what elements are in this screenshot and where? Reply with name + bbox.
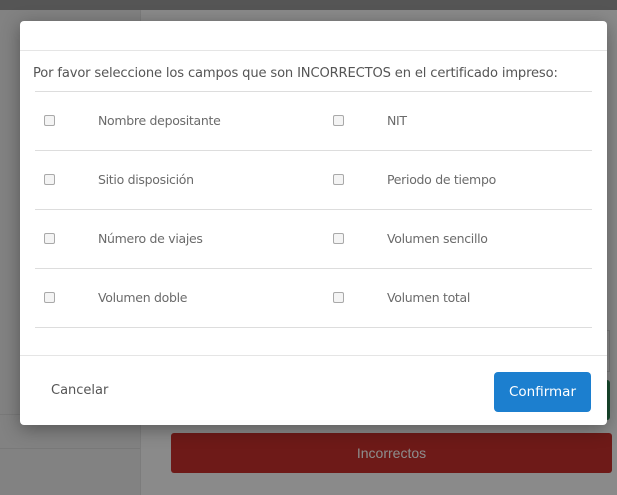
volumen-sencillo-checkbox[interactable] [333, 233, 344, 244]
incorrect-fields-modal: Por favor seleccione los campos que son … [20, 21, 607, 425]
instruction-text: Por favor seleccione los campos que son … [33, 66, 558, 81]
confirm-button[interactable]: Confirmar [494, 372, 591, 412]
field-table: Nombre depositante NIT Sitio disposición… [35, 91, 592, 328]
nombre-depositante-checkbox[interactable] [44, 115, 55, 126]
field-label: Nombre depositante [98, 113, 221, 128]
field-label: Volumen sencillo [387, 231, 488, 246]
nit-checkbox[interactable] [333, 115, 344, 126]
sitio-disposicion-checkbox[interactable] [44, 174, 55, 185]
modal-footer: Cancelar Confirmar [20, 355, 607, 426]
periodo-tiempo-checkbox[interactable] [333, 174, 344, 185]
field-row: Sitio disposición Periodo de tiempo [35, 151, 592, 210]
field-row: Volumen doble Volumen total [35, 269, 592, 328]
volumen-total-checkbox[interactable] [333, 292, 344, 303]
field-label: Volumen total [387, 290, 471, 305]
modal-body: Por favor seleccione los campos que son … [20, 66, 607, 328]
volumen-doble-checkbox[interactable] [44, 292, 55, 303]
field-label: Volumen doble [98, 290, 188, 305]
field-label: Sitio disposición [98, 172, 194, 187]
field-label: NIT [387, 113, 407, 128]
cancel-button[interactable]: Cancelar [51, 383, 108, 398]
field-row: Número de viajes Volumen sencillo [35, 210, 592, 269]
field-label: Número de viajes [98, 231, 203, 246]
modal-header [20, 21, 607, 51]
field-label: Periodo de tiempo [387, 172, 496, 187]
numero-viajes-checkbox[interactable] [44, 233, 55, 244]
field-row: Nombre depositante NIT [35, 92, 592, 151]
